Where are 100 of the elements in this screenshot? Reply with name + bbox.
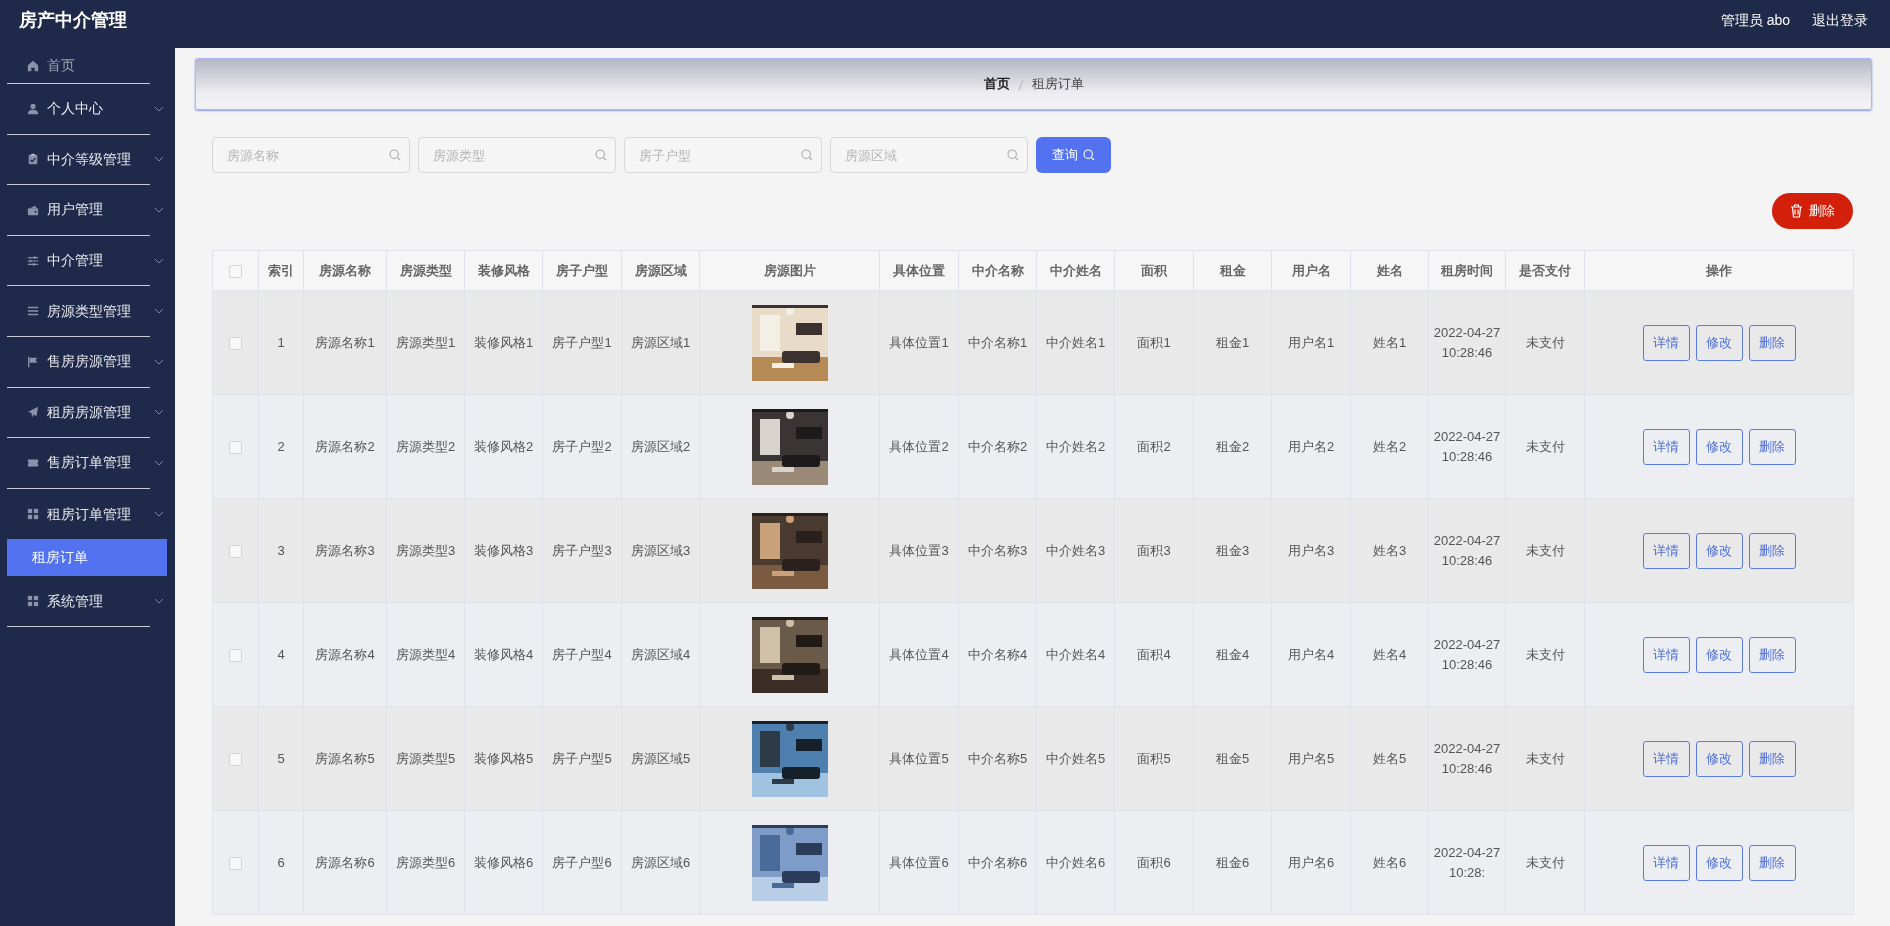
checkbox[interactable] <box>229 336 242 350</box>
breadcrumb-link[interactable]: 首页 <box>983 74 1010 94</box>
table-cell-text: 姓名3 <box>1371 541 1408 560</box>
sidebar-item[interactable]: 售房房源管理 <box>7 336 150 388</box>
edit-button[interactable]: 修改 <box>1695 428 1743 465</box>
table-cell-text: 房源名称6 <box>315 853 375 872</box>
table-cell-text: 用户名6 <box>1287 853 1335 872</box>
sidebar-item[interactable]: 用户管理 <box>7 185 150 236</box>
details-button[interactable]: 详情 <box>1642 428 1690 465</box>
checkbox[interactable] <box>229 752 242 766</box>
details-button[interactable]: 详情 <box>1642 636 1690 673</box>
table-cell-text: 用户名2 <box>1287 437 1335 456</box>
details-button[interactable]: 详情 <box>1642 844 1690 881</box>
table-cell-text: 1 <box>277 333 285 352</box>
search-icon <box>801 149 813 161</box>
table-cell-text: 姓名4 <box>1371 645 1408 664</box>
table-cell-text: 租金1 <box>1215 333 1250 352</box>
sidebar-item[interactable]: 系统管理 <box>7 576 150 627</box>
checkbox[interactable] <box>229 264 242 278</box>
details-button[interactable]: 详情 <box>1642 324 1690 361</box>
search-icon <box>595 149 607 161</box>
search-icon <box>1007 149 1019 161</box>
table-cell-text: 房源区域3 <box>630 541 691 560</box>
delete-row-button[interactable]: 删除 <box>1748 740 1796 777</box>
table-cell-text: 房子户型2 <box>552 437 612 456</box>
table-cell-text: 中介名称3 <box>967 541 1028 560</box>
delete-row-button[interactable]: 删除 <box>1748 428 1796 465</box>
sidebar-item[interactable]: 首页 <box>7 48 150 84</box>
checkbox[interactable] <box>229 544 242 558</box>
table-cell-text: 姓名2 <box>1371 437 1408 456</box>
table-cell-text: 用户名5 <box>1287 749 1335 768</box>
table-cell-text: 租金4 <box>1215 645 1250 664</box>
sidebar-item[interactable]: 中介管理 <box>7 235 150 287</box>
table-cell-text: 租金3 <box>1215 541 1250 560</box>
column-header: 中介名称 <box>971 261 1024 280</box>
column-header: 房源类型 <box>399 261 452 280</box>
table-cell-text: 4 <box>277 645 285 664</box>
column-header: 是否支付 <box>1519 261 1571 280</box>
edit-button[interactable]: 修改 <box>1695 636 1743 673</box>
table-cell-text: 装修风格3 <box>473 541 534 560</box>
logout-link[interactable]: 退出登录 <box>1812 10 1868 48</box>
search-icon <box>389 149 401 161</box>
delete-button[interactable]: 删除 <box>1772 193 1853 229</box>
sidebar-item[interactable]: 租房房源管理 <box>7 387 150 439</box>
checkbox[interactable] <box>229 856 242 870</box>
edit-button[interactable]: 修改 <box>1695 324 1743 361</box>
delete-row-button[interactable]: 删除 <box>1748 324 1796 361</box>
column-header: 具体位置 <box>893 261 945 280</box>
table-cell-text: 中介名称5 <box>967 749 1028 768</box>
column-header: 面积 <box>1141 261 1167 280</box>
table-cell-text: 房子户型1 <box>552 333 612 352</box>
table-cell-text: 2022-04-27 10:28:46 <box>1433 428 1501 466</box>
sidebar-subitem[interactable]: 租房订单 <box>7 539 167 577</box>
table-cell-text: 中介名称2 <box>967 437 1028 456</box>
app-title: 房产中介管理 <box>18 9 127 32</box>
table-cell-text: 房源区域1 <box>630 333 691 352</box>
search-field[interactable]: 房源区域 <box>830 137 1028 173</box>
table-cell-text: 5 <box>277 749 285 768</box>
table-cell-text: 姓名1 <box>1371 333 1408 352</box>
table-cell-text: 具体位置5 <box>889 749 949 768</box>
search-field[interactable]: 房子户型 <box>624 137 822 173</box>
table-cell-text: 3 <box>277 541 285 560</box>
search-field[interactable]: 房源名称 <box>212 137 410 173</box>
sidebar-item[interactable]: 个人中心 <box>7 84 150 135</box>
table-cell-text: 房源名称4 <box>315 645 375 664</box>
delete-row-button[interactable]: 删除 <box>1748 532 1796 569</box>
delete-row-button[interactable]: 删除 <box>1748 844 1796 881</box>
delete-row-button[interactable]: 删除 <box>1748 636 1796 673</box>
table-cell-text: 房源类型6 <box>395 853 456 872</box>
table-cell-text: 2022-04-27 10:28:46 <box>1433 636 1501 674</box>
table-cell-text: 房源名称5 <box>315 749 375 768</box>
table-cell-text: 房源区域6 <box>630 853 691 872</box>
edit-button[interactable]: 修改 <box>1695 532 1743 569</box>
table-cell-text: 房子户型5 <box>552 749 612 768</box>
table-cell-text: 租金6 <box>1215 853 1250 872</box>
search-field[interactable]: 房源类型 <box>418 137 616 173</box>
sidebar-item[interactable]: 租房订单管理 <box>7 488 150 540</box>
table-cell-text: 装修风格5 <box>473 749 534 768</box>
table-cell-text: 具体位置6 <box>889 853 949 872</box>
table-cell-text: 房子户型4 <box>552 645 612 664</box>
table-cell-text: 中介姓名6 <box>1045 853 1106 872</box>
column-header: 租房时间 <box>1441 261 1493 280</box>
checkbox[interactable] <box>229 440 242 454</box>
edit-button[interactable]: 修改 <box>1695 740 1743 777</box>
search-button[interactable]: 查询 <box>1036 137 1111 173</box>
table-cell-text: 姓名5 <box>1371 749 1408 768</box>
table-cell-text: 未支付 <box>1525 749 1565 768</box>
table-cell-text: 面积3 <box>1137 541 1171 560</box>
details-button[interactable]: 详情 <box>1642 740 1690 777</box>
table-cell-text: 具体位置4 <box>889 645 949 664</box>
table-cell-text: 面积2 <box>1137 437 1171 456</box>
table-cell-text: 面积6 <box>1137 853 1171 872</box>
table-cell-text: 6 <box>277 853 285 872</box>
sidebar-item[interactable]: 售房订单管理 <box>7 438 150 489</box>
sidebar-item[interactable]: 中介等级管理 <box>7 134 150 186</box>
table-cell-text: 未支付 <box>1525 853 1565 872</box>
edit-button[interactable]: 修改 <box>1695 844 1743 881</box>
details-button[interactable]: 详情 <box>1642 532 1690 569</box>
sidebar-item[interactable]: 房源类型管理 <box>7 286 150 337</box>
checkbox[interactable] <box>229 648 242 662</box>
